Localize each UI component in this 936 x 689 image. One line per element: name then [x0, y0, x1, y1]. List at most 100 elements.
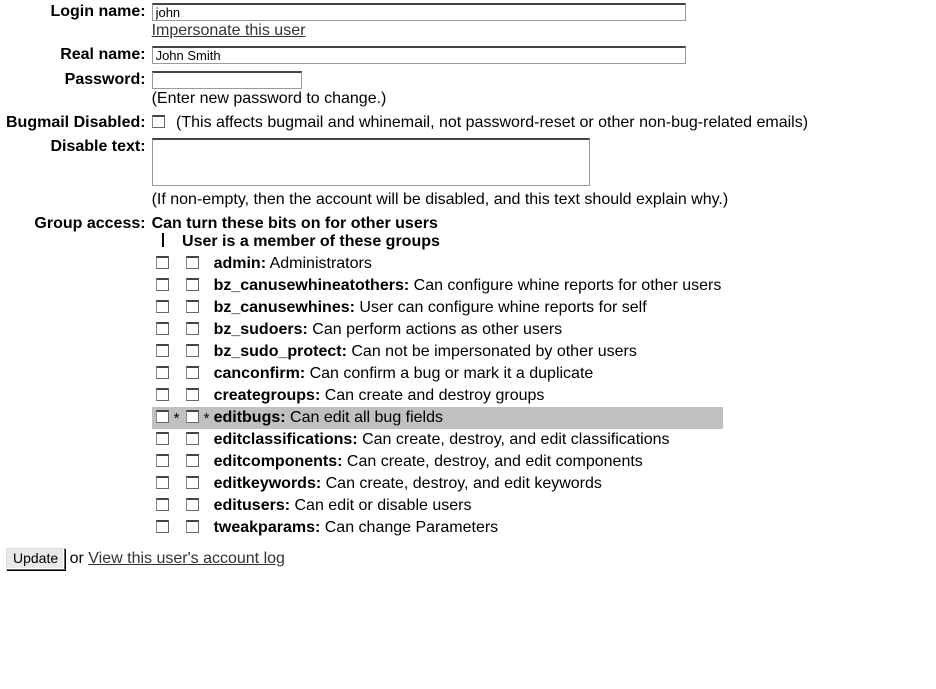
- group-desc-cell: bz_sudo_protect: Can not be impersonated…: [212, 341, 724, 363]
- group-row: editkeywords: Can create, destroy, and e…: [152, 473, 724, 495]
- group-table: admin: Administratorsbz_canusewhineatoth…: [152, 253, 724, 539]
- realname-input[interactable]: [152, 46, 686, 64]
- group-header-member: User is a member of these groups: [168, 233, 440, 250]
- group-bless-checkbox[interactable]: [156, 454, 169, 467]
- bugmail-hint: (This affects bugmail and whinemail, not…: [176, 114, 808, 131]
- group-name: bz_sudo_protect:: [214, 343, 347, 360]
- group-member-star: [204, 385, 212, 407]
- group-row: bz_sudo_protect: Can not be impersonated…: [152, 341, 724, 363]
- header-connector-icon: [162, 233, 164, 247]
- group-bless-star: [174, 253, 182, 275]
- group-bless-star: [174, 319, 182, 341]
- disabletext-hint: (If non-empty, then the account will be …: [152, 191, 729, 208]
- group-bless-checkbox[interactable]: [156, 498, 169, 511]
- group-name: canconfirm:: [214, 365, 306, 382]
- group-row: canconfirm: Can confirm a bug or mark it…: [152, 363, 724, 385]
- group-bless-checkbox[interactable]: [156, 256, 169, 269]
- group-desc-cell: editbugs: Can edit all bug fields: [212, 407, 724, 429]
- disabletext-textarea[interactable]: [152, 138, 590, 186]
- group-desc: Can edit all bug fields: [286, 409, 443, 426]
- group-desc-cell: bz_sudoers: Can perform actions as other…: [212, 319, 724, 341]
- group-row: **editbugs: Can edit all bug fields: [152, 407, 724, 429]
- group-member-checkbox[interactable]: [186, 454, 199, 467]
- group-desc: Can create, destroy, and edit classifica…: [358, 431, 670, 448]
- group-desc-cell: canconfirm: Can confirm a bug or mark it…: [212, 363, 724, 385]
- disabletext-label: Disable text:: [0, 135, 152, 212]
- group-member-star: [204, 517, 212, 539]
- password-hint: (Enter new password to change.): [152, 90, 387, 107]
- group-desc-cell: creategroups: Can create and destroy gro…: [212, 385, 724, 407]
- group-bless-checkbox[interactable]: [156, 432, 169, 445]
- footer-or: or: [70, 550, 89, 567]
- group-desc: Can perform actions as other users: [308, 321, 562, 338]
- group-desc-cell: admin: Administrators: [212, 253, 724, 275]
- group-bless-checkbox[interactable]: [156, 410, 169, 423]
- group-row: creategroups: Can create and destroy gro…: [152, 385, 724, 407]
- group-bless-checkbox[interactable]: [156, 278, 169, 291]
- group-member-checkbox[interactable]: [186, 278, 199, 291]
- group-desc-cell: editkeywords: Can create, destroy, and e…: [212, 473, 724, 495]
- login-label: Login name:: [0, 0, 152, 43]
- impersonate-link[interactable]: Impersonate this user: [152, 22, 306, 39]
- group-member-checkbox[interactable]: [186, 498, 199, 511]
- group-member-checkbox[interactable]: [186, 256, 199, 269]
- group-name: admin:: [214, 255, 266, 272]
- group-bless-star: [174, 275, 182, 297]
- group-name: editclassifications:: [214, 431, 358, 448]
- group-member-checkbox[interactable]: [186, 388, 199, 401]
- group-desc-cell: tweakparams: Can change Parameters: [212, 517, 724, 539]
- group-member-checkbox[interactable]: [186, 432, 199, 445]
- group-desc: Can change Parameters: [320, 519, 498, 536]
- group-bless-checkbox[interactable]: [156, 476, 169, 489]
- group-member-checkbox[interactable]: [186, 322, 199, 335]
- group-member-star: [204, 363, 212, 385]
- group-name: editkeywords:: [214, 475, 322, 492]
- group-member-checkbox[interactable]: [186, 300, 199, 313]
- group-desc: Can create, destroy, and edit keywords: [321, 475, 602, 492]
- account-log-link[interactable]: View this user's account log: [88, 550, 285, 567]
- group-row: bz_sudoers: Can perform actions as other…: [152, 319, 724, 341]
- group-row: admin: Administrators: [152, 253, 724, 275]
- group-bless-star: [174, 495, 182, 517]
- group-member-star: [204, 297, 212, 319]
- group-desc: Can create and destroy groups: [320, 387, 544, 404]
- group-bless-star: *: [174, 407, 182, 429]
- group-bless-star: [174, 297, 182, 319]
- group-member-star: [204, 341, 212, 363]
- group-member-star: [204, 275, 212, 297]
- group-member-checkbox[interactable]: [186, 344, 199, 357]
- group-bless-checkbox[interactable]: [156, 520, 169, 533]
- group-member-checkbox[interactable]: [186, 520, 199, 533]
- password-input[interactable]: [152, 71, 302, 89]
- password-label: Password:: [0, 68, 152, 111]
- group-row: bz_canusewhineatothers: Can configure wh…: [152, 275, 724, 297]
- group-row: bz_canusewhines: User can configure whin…: [152, 297, 724, 319]
- group-bless-checkbox[interactable]: [156, 366, 169, 379]
- group-member-star: *: [204, 407, 212, 429]
- group-bless-checkbox[interactable]: [156, 322, 169, 335]
- group-bless-star: [174, 363, 182, 385]
- group-row: tweakparams: Can change Parameters: [152, 517, 724, 539]
- group-name: editbugs:: [214, 409, 286, 426]
- group-desc-cell: editusers: Can edit or disable users: [212, 495, 724, 517]
- group-desc: Can configure whine reports for other us…: [409, 277, 721, 294]
- group-row: editusers: Can edit or disable users: [152, 495, 724, 517]
- bugmail-label: Bugmail Disabled:: [0, 111, 152, 135]
- group-desc: User can configure whine reports for sel…: [355, 299, 647, 316]
- group-member-checkbox[interactable]: [186, 476, 199, 489]
- group-name: bz_sudoers:: [214, 321, 308, 338]
- group-member-star: [204, 451, 212, 473]
- group-bless-checkbox[interactable]: [156, 388, 169, 401]
- login-input[interactable]: [152, 3, 686, 21]
- update-button[interactable]: Update: [6, 548, 65, 570]
- group-bless-checkbox[interactable]: [156, 300, 169, 313]
- group-name: bz_canusewhines:: [214, 299, 355, 316]
- group-bless-star: [174, 451, 182, 473]
- realname-label: Real name:: [0, 43, 152, 68]
- group-member-checkbox[interactable]: [186, 366, 199, 379]
- group-member-star: [204, 473, 212, 495]
- bugmail-checkbox[interactable]: [152, 115, 165, 128]
- group-member-checkbox[interactable]: [186, 410, 199, 423]
- group-member-star: [204, 495, 212, 517]
- group-bless-checkbox[interactable]: [156, 344, 169, 357]
